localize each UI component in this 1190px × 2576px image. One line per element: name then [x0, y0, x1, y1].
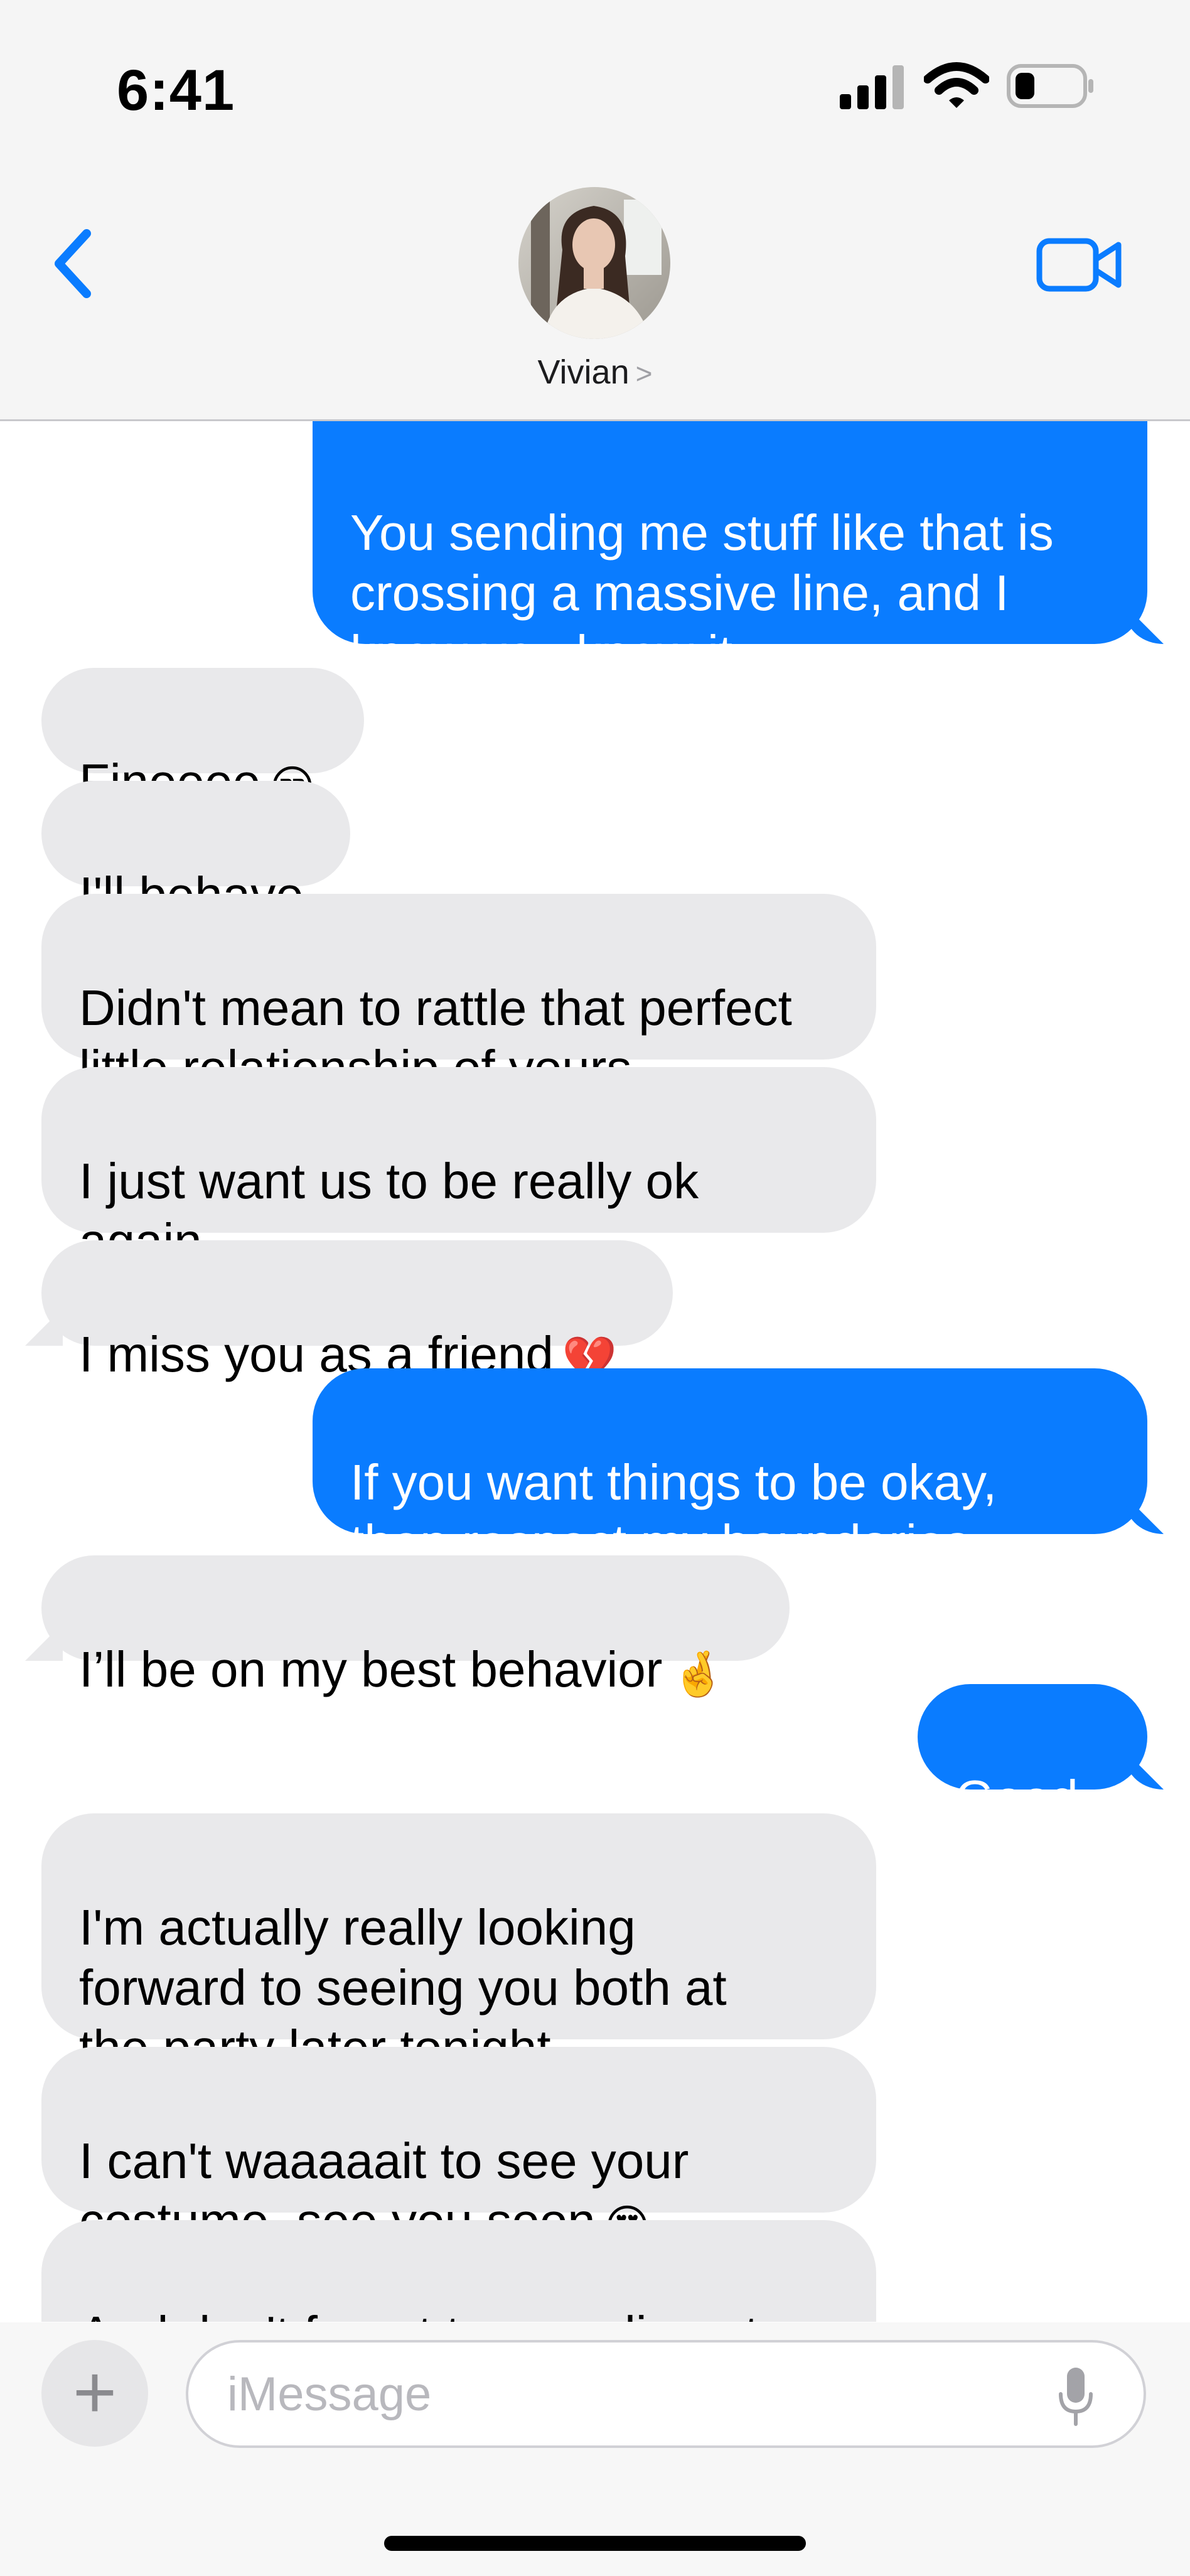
- dictation-button[interactable]: [1057, 2366, 1095, 2427]
- message-text: And don't forget to compliment my costum…: [79, 2306, 759, 2322]
- contact-avatar[interactable]: [518, 187, 670, 339]
- sent-message-bubble[interactable]: Good..: [918, 1684, 1147, 1826]
- received-message-bubble[interactable]: I'm actually really looking forward to s…: [41, 1813, 876, 2076]
- received-message-bubble[interactable]: Didn't mean to rattle that perfect littl…: [41, 894, 876, 1096]
- wifi-icon: [924, 62, 989, 108]
- contact-name-button[interactable]: Vivian >: [0, 353, 1190, 392]
- cellular-signal-icon: [840, 65, 904, 109]
- status-time: 6:41: [117, 58, 235, 122]
- crossed-fingers-emoji: 🤞: [671, 1650, 726, 1699]
- received-message-bubble[interactable]: I’ll be on my best behavior 🤞: [41, 1555, 790, 1699]
- microphone-icon: [1059, 2368, 1093, 2426]
- imessage-input[interactable]: [186, 2340, 1146, 2448]
- sent-message-bubble[interactable]: If you want things to be okay, then resp…: [313, 1368, 1147, 1570]
- facetime-video-button[interactable]: [1036, 233, 1123, 296]
- received-message-bubble[interactable]: Fineeee😒: [41, 668, 364, 811]
- video-camera-icon: [1036, 238, 1122, 292]
- message-text: Good..: [955, 1770, 1107, 1826]
- contact-name: Vivian: [537, 353, 630, 391]
- message-thread[interactable]: You sending me stuff like that is crossi…: [0, 421, 1190, 2322]
- received-message-bubble[interactable]: I miss you as a friend 💔: [41, 1240, 673, 1383]
- received-message-bubble[interactable]: And don't forget to compliment my costum…: [41, 2220, 876, 2322]
- received-message-bubble[interactable]: I just want us to be really ok again: [41, 1067, 876, 1269]
- message-text: I’ll be on my best behavior: [79, 1641, 663, 1697]
- message-text: If you want things to be okay, then resp…: [350, 1454, 997, 1570]
- received-message-bubble[interactable]: I'll behave: [41, 781, 350, 923]
- sent-message-bubble[interactable]: You sending me stuff like that is crossi…: [313, 421, 1147, 681]
- avatar-photo: [518, 187, 670, 339]
- message-text: You sending me stuff like that is crossi…: [350, 505, 1054, 681]
- chevron-right-icon: >: [635, 357, 653, 390]
- conversation-header: 6:41 Vivian >: [0, 0, 1190, 421]
- back-button[interactable]: [48, 226, 98, 301]
- home-indicator: [384, 2536, 806, 2551]
- received-message-bubble[interactable]: I can't waaaaait to see your costume, se…: [41, 2047, 876, 2250]
- add-attachment-button[interactable]: +: [41, 2340, 148, 2447]
- battery-icon: [1007, 64, 1093, 108]
- chevron-left-icon: [55, 229, 91, 298]
